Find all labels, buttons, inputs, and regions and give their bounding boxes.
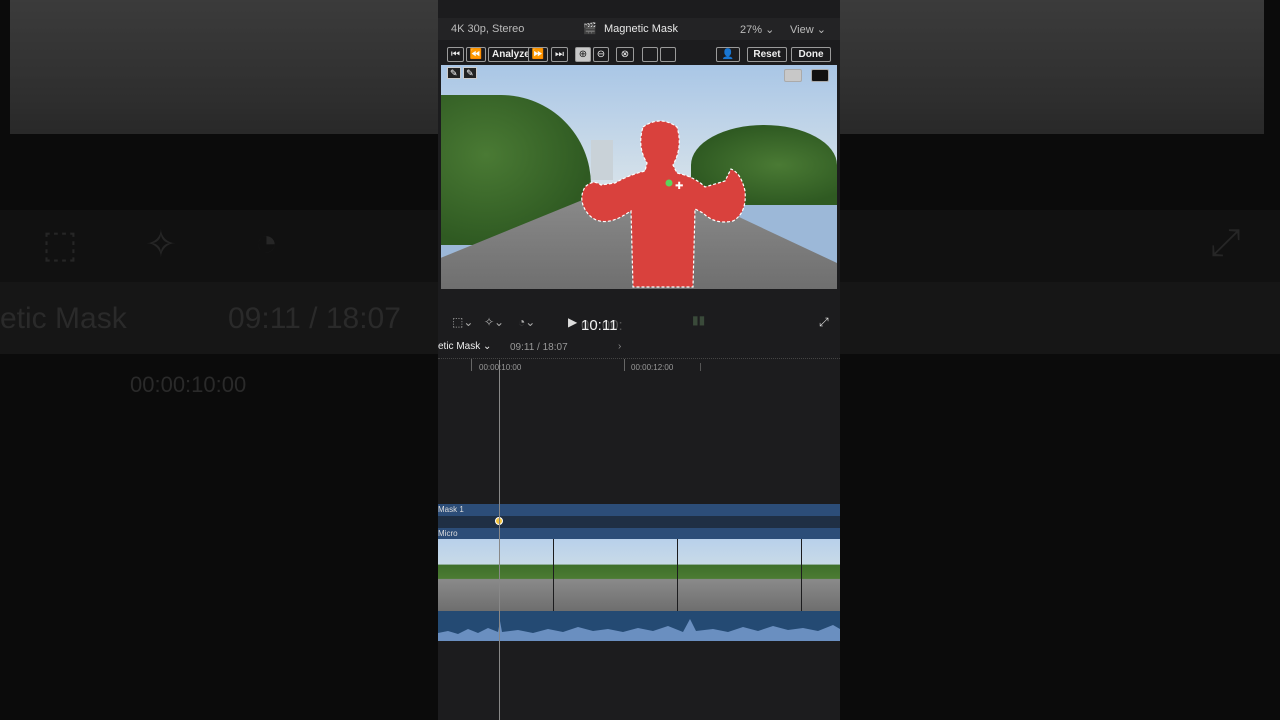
step-back-button[interactable]: ⏪ [466, 47, 486, 62]
chevron-right-icon[interactable]: › [618, 341, 621, 352]
mask-title: Magnetic Mask [604, 23, 678, 35]
filmstrip-frame [802, 539, 840, 611]
bg-magic-wand-icon: ✧ [145, 224, 177, 266]
pen-erase-icon[interactable]: ✎ [463, 67, 477, 79]
view-dropdown[interactable]: View ⌄ [790, 23, 826, 36]
fullscreen-icon[interactable]: ⤢ [819, 315, 829, 330]
clear-mask-button[interactable]: ⊗ [616, 47, 634, 62]
playback-controls: ⬚⌄ ✧⌄ ◔⌄ ▶ 00:00: 10:11 ▮▮ ⤢ [438, 312, 840, 334]
subtract-mask-button[interactable]: ⊖ [593, 47, 609, 62]
clip-name-dropdown[interactable]: etic Mask ⌄ [438, 341, 491, 352]
play-button[interactable]: ▶ [568, 315, 577, 329]
brush-large-button[interactable] [660, 47, 676, 62]
clip-name: etic Mask [438, 341, 481, 352]
format-label: 4K 30p, Stereo [451, 23, 525, 35]
clapper-icon: 🎬 [583, 23, 597, 35]
overlay-view-button[interactable] [784, 69, 802, 82]
add-mask-button[interactable]: ⊕ [575, 47, 591, 62]
matte-view-button[interactable] [811, 69, 829, 82]
viewer-topbar: 4K 30p, Stereo 🎬 Magnetic Mask 27% ⌄ Vie… [438, 18, 840, 40]
mask-toolbar: ⏮ ⏪ Analyze ⏩ ⏭ ⊕ ⊖ ⊗ 👤 Reset Done [438, 44, 840, 64]
filmstrip-frame [554, 539, 679, 611]
view-label: View [790, 24, 814, 36]
playhead[interactable] [499, 360, 500, 720]
zoom-value: 27% [740, 24, 763, 36]
brush-small-button[interactable] [642, 47, 658, 62]
done-button[interactable]: Done [791, 47, 831, 62]
viewer-brush-tools: ✎ ✎ [447, 67, 477, 79]
timeline-timecode: 09:11 / 18:07 [510, 342, 568, 353]
mask-point[interactable] [665, 179, 673, 187]
person-mask-button[interactable]: 👤 [716, 47, 740, 62]
audio-meter-icon: ▮▮ [692, 313, 706, 327]
clip-label: Micro [438, 529, 458, 538]
ruler-tick [471, 359, 472, 371]
masked-person: ✚ [581, 120, 746, 288]
bg-transform-icon: ⬚ [42, 224, 78, 266]
timeline-header: etic Mask ⌄ 09:11 / 18:07 › [438, 338, 840, 356]
go-to-end-button[interactable]: ⏭ [551, 47, 568, 62]
filmstrip-frame [438, 539, 555, 611]
go-to-start-button[interactable]: ⏮ [447, 47, 464, 62]
zoom-dropdown[interactable]: 27% ⌄ [740, 23, 774, 36]
reset-button[interactable]: Reset [747, 47, 787, 62]
step-forward-button[interactable]: ⏩ [528, 47, 548, 62]
speed-icon[interactable]: ◔⌄ [518, 315, 535, 329]
bg-playhead-tc: 00:00:10:00 [130, 372, 247, 397]
bg-expand-icon: ⤢ [1210, 222, 1241, 264]
filmstrip-frame [678, 539, 803, 611]
mask-label: Mask 1 [438, 505, 464, 514]
svg-text:✚: ✚ [675, 181, 683, 192]
analyze-button[interactable]: Analyze [488, 47, 534, 62]
video-viewer[interactable]: ✚ ✎ ✎ [441, 65, 837, 289]
bg-speed-icon: ◔ [255, 222, 278, 264]
chevron-down-icon: ⌄ [765, 24, 775, 36]
transform-icon[interactable]: ⬚⌄ [452, 315, 473, 329]
chevron-down-icon: ⌄ [816, 24, 826, 36]
ruler-mark-2: 00:00:12:00 [631, 363, 674, 372]
bg-timecode: 09:11 / 18:07 [228, 302, 401, 335]
ruler-mark-1: 00:00:10:00 [479, 363, 522, 372]
bg-clip-name: etic Mask [0, 302, 127, 335]
ruler-tick [624, 359, 625, 371]
ruler-tick [700, 363, 701, 371]
magic-wand-icon[interactable]: ✧⌄ [484, 315, 504, 329]
pen-add-icon[interactable]: ✎ [447, 67, 461, 79]
timecode-bright: 10:11 [581, 317, 618, 334]
app-window: 4K 30p, Stereo 🎬 Magnetic Mask 27% ⌄ Vie… [438, 0, 840, 720]
